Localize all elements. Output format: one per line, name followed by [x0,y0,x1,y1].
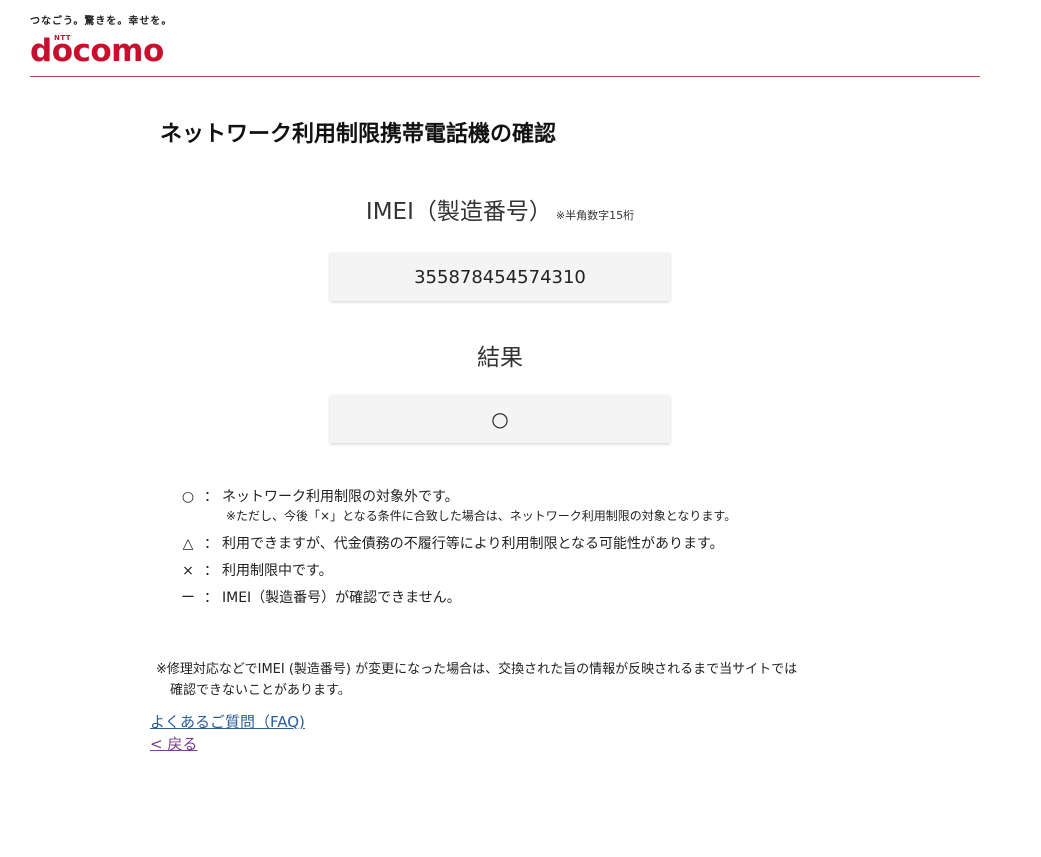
triangle-symbol: △ [182,536,194,552]
imei-note: ※半角数字15桁 [555,209,635,222]
page-title: ネットワーク利用制限携帯電話機の確認 [160,122,557,147]
result-value-box: ○ [330,395,670,443]
circle-symbol: ○ [181,489,195,505]
imei-change-note: ※修理対応などでIMEI (製造番号) が変更になった場合は、交換された旨の情報… [156,659,797,701]
header-divider [30,76,980,77]
imei-value: 355878454574310 [414,266,586,288]
legend-colon: ： [204,590,218,606]
legend-text: 利用できますが、代金債務の不履行等により利用制限となる可能性があります。 [222,536,724,552]
legend-subnote: ※ただし、今後「×」となる条件に合致した場合は、ネットワーク利用制限の対象となり… [226,509,737,523]
ntt-mark: NTT [54,34,72,42]
imei-value-box: 355878454574310 [330,253,670,301]
cross-symbol: × [182,563,194,579]
legend-colon: ： [204,563,218,579]
result-label: 結果 [477,345,523,371]
legend-text: 利用制限中です。 [222,563,333,579]
dash-symbol: ー [181,590,195,606]
legend-row-triangle: △ ： 利用できますが、代金債務の不履行等により利用制限となる可能性があります。 [176,533,736,560]
note-line-2: 確認できないことがあります。 [170,683,351,698]
legend-text: IMEI（製造番号）が確認できません。 [222,590,461,606]
imei-label-row: IMEI（製造番号） ※半角数字15桁 [0,192,1000,226]
docomo-logo-area[interactable]: つなごう。驚きを。幸せを。 NTT docomo [30,12,172,69]
result-value: ○ [491,407,509,431]
legend-row-cross: × ： 利用制限中です。 [176,560,736,587]
back-link[interactable]: < 戻る [150,733,305,755]
result-legend: ○ ： ネットワーク利用制限の対象外です。 ※ただし、今後「×」となる条件に合致… [176,486,736,614]
legend-text: ネットワーク利用制限の対象外です。 [222,489,459,505]
note-line-1: ※修理対応などでIMEI (製造番号) が変更になった場合は、交換された旨の情報… [156,662,798,677]
page: つなごう。驚きを。幸せを。 NTT docomo ネットワーク利用制限携帯電話機… [0,0,1041,857]
imei-label: IMEI（製造番号） [365,199,552,225]
legend-row-dash: ー ： IMEI（製造番号）が確認できません。 [176,587,736,614]
docomo-logo: docomo [30,33,164,69]
logo[interactable]: NTT docomo [30,29,172,69]
tagline: つなごう。驚きを。幸せを。 [30,16,173,27]
footer-links: よくあるご質問（FAQ) < 戻る [150,711,305,755]
faq-link[interactable]: よくあるご質問（FAQ) [150,711,305,733]
legend-colon: ： [204,489,218,505]
legend-colon: ： [204,536,218,552]
